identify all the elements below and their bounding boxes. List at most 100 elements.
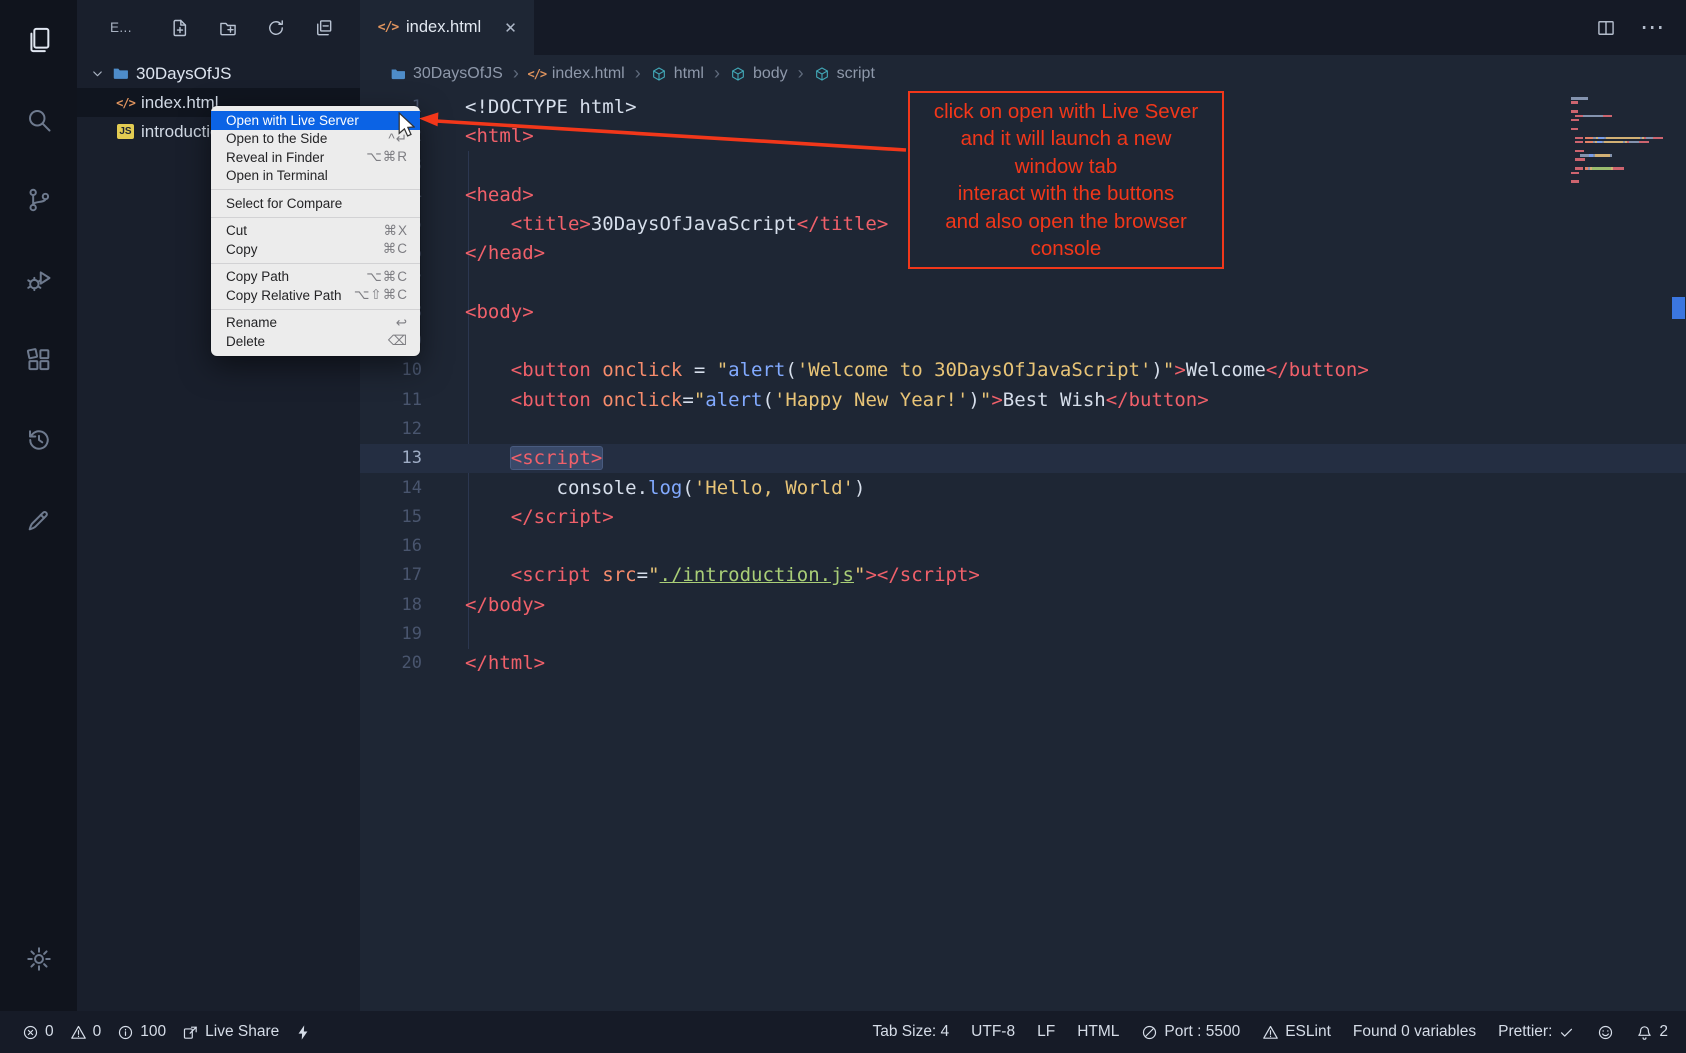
tab-index.html[interactable]: </>index.html✕	[360, 0, 534, 55]
line-number: 17	[360, 565, 422, 585]
line-number: 11	[360, 390, 422, 410]
lightning-icon	[295, 1024, 312, 1041]
folder-icon	[112, 65, 129, 82]
tab-bar: </>index.html✕ ⋯	[360, 0, 1686, 55]
activity-live-share[interactable]	[0, 480, 77, 560]
status-left: 00 100 Live Share	[22, 1023, 312, 1041]
menu-item-open-in-terminal[interactable]: Open in Terminal	[211, 167, 420, 186]
code-line-10[interactable]: 10 <button onclick = "alert('Welcome to …	[360, 356, 1686, 385]
status-port[interactable]: Port : 5500	[1141, 1023, 1240, 1041]
warning-icon	[70, 1024, 87, 1041]
code-line-8[interactable]: 8<body>	[360, 297, 1686, 326]
code-line-9[interactable]: 9	[360, 326, 1686, 355]
circle-slash-icon	[1141, 1024, 1158, 1041]
close-icon[interactable]: ✕	[504, 19, 517, 37]
status-errors[interactable]: 0	[22, 1023, 54, 1041]
pen-icon	[25, 506, 53, 534]
editor-scrollbar[interactable]	[1671, 92, 1686, 1011]
status-feedback[interactable]	[1597, 1024, 1614, 1041]
status-warnings[interactable]: 0	[70, 1023, 102, 1041]
status-live-share[interactable]: Live Share	[182, 1023, 279, 1041]
annotation-line: console	[910, 235, 1222, 263]
activity-settings[interactable]	[0, 919, 77, 999]
tree-item-root[interactable]: 30DaysOfJS	[77, 59, 360, 88]
chevron-right-icon: ›	[635, 63, 641, 84]
activity-history[interactable]	[0, 400, 77, 480]
activity-explorer[interactable]	[0, 0, 77, 80]
code-line-12[interactable]: 12	[360, 414, 1686, 443]
activity-source-control[interactable]	[0, 160, 77, 240]
status-variables[interactable]: Found 0 variables	[1353, 1023, 1476, 1041]
code-line-19[interactable]: 19	[360, 619, 1686, 648]
code-line-7[interactable]: 7	[360, 268, 1686, 297]
status-language-mode[interactable]: HTML	[1077, 1023, 1119, 1041]
cube-icon	[730, 66, 746, 82]
minimap[interactable]	[1571, 97, 1667, 185]
folder-icon	[390, 66, 406, 82]
menu-item-reveal-in-finder[interactable]: Reveal in Finder⌥⌘R	[211, 148, 420, 167]
menu-item-copy-relative-path[interactable]: Copy Relative Path⌥⇧⌘C	[211, 286, 420, 305]
menu-separator	[211, 189, 420, 190]
breadcrumb-30DaysOfJS[interactable]: 30DaysOfJS	[390, 65, 503, 83]
collapse-folders-button[interactable]	[314, 18, 334, 38]
breadcrumb: 30DaysOfJS›</>index.html›html›body›scrip…	[360, 55, 1686, 92]
menu-item-copy-path[interactable]: Copy Path⌥⌘C	[211, 268, 420, 287]
breadcrumb-index.html[interactable]: </>index.html	[529, 65, 625, 83]
collapse-all-icon	[314, 18, 334, 38]
activity-search[interactable]	[0, 80, 77, 160]
js-icon: JS	[117, 124, 134, 139]
annotation-line: click on open with Live Sever	[910, 98, 1222, 126]
status-tab-size[interactable]: Tab Size: 4	[872, 1023, 949, 1041]
activity-run-and-debug[interactable]	[0, 240, 77, 320]
refresh-explorer-button[interactable]	[266, 18, 286, 38]
chevron-right-icon: ›	[798, 63, 804, 84]
status-live-server-action[interactable]	[295, 1024, 312, 1041]
search-icon	[25, 106, 53, 134]
menu-item-open-to-the-side[interactable]: Open to the Side^↵	[211, 130, 420, 149]
split-editor-icon[interactable]	[1596, 18, 1616, 38]
explorer-header: E...	[77, 0, 360, 55]
activity-top-group	[0, 0, 77, 560]
cube-icon	[651, 66, 667, 82]
status-eol[interactable]: LF	[1037, 1023, 1055, 1041]
cube-icon	[814, 66, 830, 82]
status-eslint[interactable]: ESLint	[1262, 1023, 1331, 1041]
code-line-14[interactable]: 14 console.log('Hello, World')	[360, 473, 1686, 502]
annotation-line: window tab	[910, 153, 1222, 181]
menu-item-delete[interactable]: Delete⌫	[211, 332, 420, 351]
gear-icon	[25, 945, 53, 973]
scroll-marker	[1672, 297, 1685, 319]
code-line-18[interactable]: 18</body>	[360, 590, 1686, 619]
status-prettier[interactable]: Prettier:	[1498, 1023, 1575, 1041]
bell-icon	[1636, 1024, 1653, 1041]
menu-item-cut[interactable]: Cut⌘X	[211, 222, 420, 241]
new-file-button[interactable]	[170, 18, 190, 38]
activity-extensions[interactable]	[0, 320, 77, 400]
breadcrumb-body[interactable]: body	[730, 65, 788, 83]
new-folder-button[interactable]	[218, 18, 238, 38]
menu-item-select-for-compare[interactable]: Select for Compare	[211, 194, 420, 213]
status-notifications[interactable]: 2	[1636, 1023, 1668, 1041]
menu-item-copy[interactable]: Copy⌘C	[211, 240, 420, 259]
breadcrumb-script[interactable]: script	[814, 65, 875, 83]
chevron-right-icon: ›	[714, 63, 720, 84]
menu-item-rename[interactable]: Rename↩	[211, 314, 420, 333]
line-number: 12	[360, 419, 422, 439]
menu-separator	[211, 263, 420, 264]
line-number: 10	[360, 360, 422, 380]
chevron-down-icon	[90, 66, 105, 81]
breadcrumb-html[interactable]: html	[651, 65, 704, 83]
status-encoding[interactable]: UTF-8	[971, 1023, 1015, 1041]
files-icon	[25, 26, 53, 54]
html-icon: </>	[379, 19, 397, 37]
status-info-count[interactable]: 100	[117, 1023, 166, 1041]
editor-actions: ⋯	[1596, 0, 1686, 55]
code-line-17[interactable]: 17 <script src="./introduction.js"></scr…	[360, 561, 1686, 590]
code-line-11[interactable]: 11 <button onclick="alert('Happy New Yea…	[360, 385, 1686, 414]
code-line-20[interactable]: 20</html>	[360, 649, 1686, 678]
code-line-16[interactable]: 16	[360, 531, 1686, 560]
more-actions-button[interactable]: ⋯	[1640, 16, 1664, 40]
menu-item-open-with-live-server[interactable]: Open with Live Server	[211, 111, 420, 130]
code-line-15[interactable]: 15 </script>	[360, 502, 1686, 531]
code-line-13[interactable]: 13 <script>	[360, 444, 1686, 473]
